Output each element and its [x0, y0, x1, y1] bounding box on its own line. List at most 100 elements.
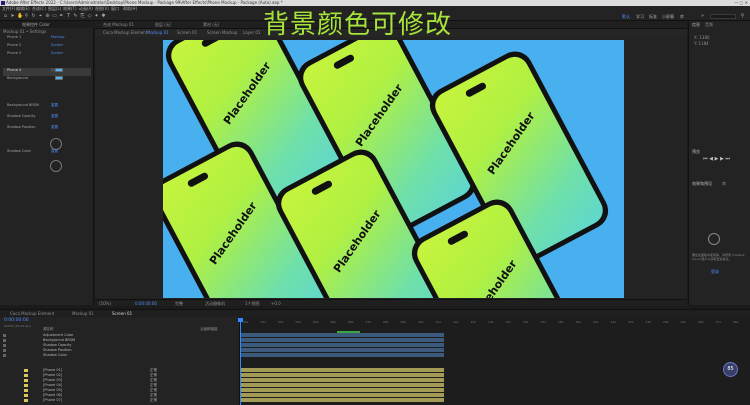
view-tab[interactable]: Screen 01	[177, 30, 197, 35]
effect-row[interactable]: Phone 2 Screen	[3, 43, 91, 51]
background-color-swatch[interactable]	[55, 76, 63, 80]
puppet-tool-icon[interactable]: ✱	[101, 14, 106, 19]
phone-placeholder-text: Placeholder	[466, 257, 520, 298]
layer-bar[interactable]	[240, 373, 444, 377]
layer-bar[interactable]	[240, 343, 444, 347]
after-effects-logo-icon	[1, 1, 5, 5]
effect-controls-header: 效果控件 Color	[0, 21, 94, 28]
pen-tool-icon[interactable]: ✒	[59, 14, 64, 19]
viewer-timecode[interactable]: 0:00:00:00	[135, 301, 157, 306]
cloud-library-icon	[708, 233, 720, 245]
libraries-tab[interactable]: 库	[722, 181, 726, 186]
effect-row[interactable]: Background BRSM 重置	[3, 103, 91, 111]
phone-placeholder-text: Placeholder	[220, 59, 274, 128]
layer-bar[interactable]	[240, 388, 444, 392]
color-swatch[interactable]	[55, 68, 63, 72]
window-title: Adobe After Effects 2022 - C:\Users\Admi…	[6, 0, 283, 5]
view-tab-active[interactable]: Mockup 01	[147, 30, 169, 35]
effect-row[interactable]: Shadow Opacity 重置	[3, 114, 91, 122]
viewer-footer: (50%) 0:00:00:00 完整 活动摄像机 1个视图 +0.0	[95, 299, 687, 306]
right-panels: 信息 音频 X: 1380 Y: 1184 预览 ⏮ ◀ ▶ ▶ ⏭ 效果和预设…	[688, 21, 750, 305]
info-panel-tab[interactable]: 信息	[692, 22, 700, 27]
effect-row-selected[interactable]: Phone 4 Color	[3, 68, 91, 76]
coord-x: X: 1380	[694, 35, 710, 40]
layer-bar[interactable]	[240, 398, 444, 402]
brush-tool-icon[interactable]: ✎	[73, 14, 78, 19]
timeline-tab-active[interactable]: Screen 01	[112, 311, 132, 316]
window-controls[interactable]: — ▢ ✕	[734, 0, 748, 5]
phone-placeholder-text: Placeholder	[330, 207, 384, 276]
timeline-fps: 00000 (25.00 fps)	[4, 324, 31, 328]
preview-panel-tab[interactable]: 预览	[692, 149, 700, 154]
ruler-tick-label: 12s	[453, 320, 459, 324]
effect-row[interactable]: Shadow Color 重置	[3, 149, 91, 157]
workspace-standard[interactable]: 标准	[649, 14, 657, 19]
playback-controls-icon[interactable]: ⏮ ◀ ▶ ▶ ⏭	[703, 157, 730, 162]
layer-bar[interactable]	[240, 348, 444, 352]
layer-bar[interactable]	[240, 338, 444, 342]
view-tab[interactable]: Coca Mockup Element	[103, 30, 147, 35]
layer-bar[interactable]	[240, 383, 444, 387]
hand-tool-icon[interactable]: ✋	[17, 14, 23, 19]
layer-bar[interactable]	[240, 368, 444, 372]
timeline-tab[interactable]: Mockup 01	[72, 311, 94, 316]
search-icon[interactable]: ⚲	[740, 14, 745, 19]
current-time-indicator[interactable]	[240, 318, 241, 405]
effect-row[interactable]: Background	[3, 76, 91, 84]
libraries-hint: 要在此面板中使用库，请登录 Creative Cloud 账户以获取更多信息。	[692, 253, 745, 261]
tab-footage[interactable]: 素材 (无)	[203, 22, 219, 27]
camera-tool-icon[interactable]: ⌖	[38, 14, 43, 19]
work-area-bar[interactable]	[337, 331, 360, 333]
col-source-name[interactable]: 源名称	[43, 327, 54, 332]
zoom-level[interactable]: (50%)	[99, 301, 111, 306]
layer-bar[interactable]	[240, 393, 444, 397]
layer-bar[interactable]	[240, 333, 444, 337]
timeline-tab[interactable]: Coca Mockup Element	[10, 311, 54, 316]
exposure-value[interactable]: +0.0	[271, 301, 281, 306]
type-tool-icon[interactable]: T	[66, 14, 71, 19]
comp-label: Mockup 01 • Settings	[3, 29, 47, 34]
expand-icon[interactable]: »	[700, 14, 705, 19]
layer-bar[interactable]	[240, 378, 444, 382]
effect-row[interactable]: Phone 1 Mockup	[3, 35, 91, 43]
timeline-row[interactable]: Shadow Color	[0, 353, 239, 358]
camera-select[interactable]: 活动摄像机	[205, 301, 225, 306]
eraser-tool-icon[interactable]: ◇	[87, 14, 92, 19]
workspace-default[interactable]: 默认	[622, 14, 630, 19]
clone-tool-icon[interactable]: ⎘	[80, 14, 85, 19]
home-icon[interactable]: ⌂	[3, 14, 8, 19]
rotate-tool-icon[interactable]: ↻	[31, 14, 36, 19]
effect-controls-panel: 效果控件 Color Mockup 01 • Settings Phone 1 …	[0, 21, 94, 305]
effects-presets-tab[interactable]: 效果和预设	[692, 181, 712, 186]
layer-bar[interactable]	[240, 353, 444, 357]
effect-row[interactable]: Phone 3 Screen	[3, 51, 91, 59]
workspace-small-screen[interactable]: 小屏幕	[662, 14, 674, 19]
ruler-tick-label: 00s	[243, 320, 249, 324]
current-time-indicator-head[interactable]	[238, 318, 243, 322]
view-tab[interactable]: Screen Mockup	[207, 30, 237, 35]
roto-brush-icon[interactable]: ✦	[94, 14, 99, 19]
workspace-learn[interactable]: 学习	[636, 14, 644, 19]
selection-tool-icon[interactable]: ➤	[10, 14, 15, 19]
angle-dial-icon[interactable]	[50, 160, 62, 172]
zoom-tool-icon[interactable]: ⚲	[24, 14, 29, 19]
pan-behind-tool-icon[interactable]: ⊕	[45, 14, 50, 19]
sign-in-link[interactable]: 登录	[711, 269, 719, 274]
audio-panel-tab[interactable]: 音频	[705, 22, 713, 27]
phone-placeholder-text: Placeholder	[484, 109, 538, 178]
effect-row[interactable]: Shadow Position 重置	[3, 125, 91, 133]
workspace-libraries[interactable]: 库	[680, 14, 684, 19]
timeline-timecode[interactable]: 0:00:00:00	[4, 318, 29, 323]
col-parent[interactable]: 父级和链接	[200, 327, 218, 332]
view-tab[interactable]: Layer 01	[243, 30, 261, 35]
ruler-tick-label: 18s	[558, 320, 564, 324]
tab-composition[interactable]: 合成 Mockup 01	[103, 22, 134, 27]
quality-select[interactable]: 完整	[175, 301, 183, 306]
views-select[interactable]: 1个视图	[245, 301, 260, 306]
tab-layer[interactable]: 图层 (无)	[155, 22, 171, 27]
composition-canvas[interactable]: Placeholder Placeholder Placeholder Plac…	[163, 40, 624, 298]
effect-controls-tab[interactable]: 效果控件 Color	[22, 22, 50, 27]
timeline-layer-row[interactable]: [Phone 07] 正常	[0, 398, 239, 403]
rectangle-tool-icon[interactable]: ▭	[52, 14, 57, 19]
search-help-input[interactable]	[710, 14, 736, 19]
